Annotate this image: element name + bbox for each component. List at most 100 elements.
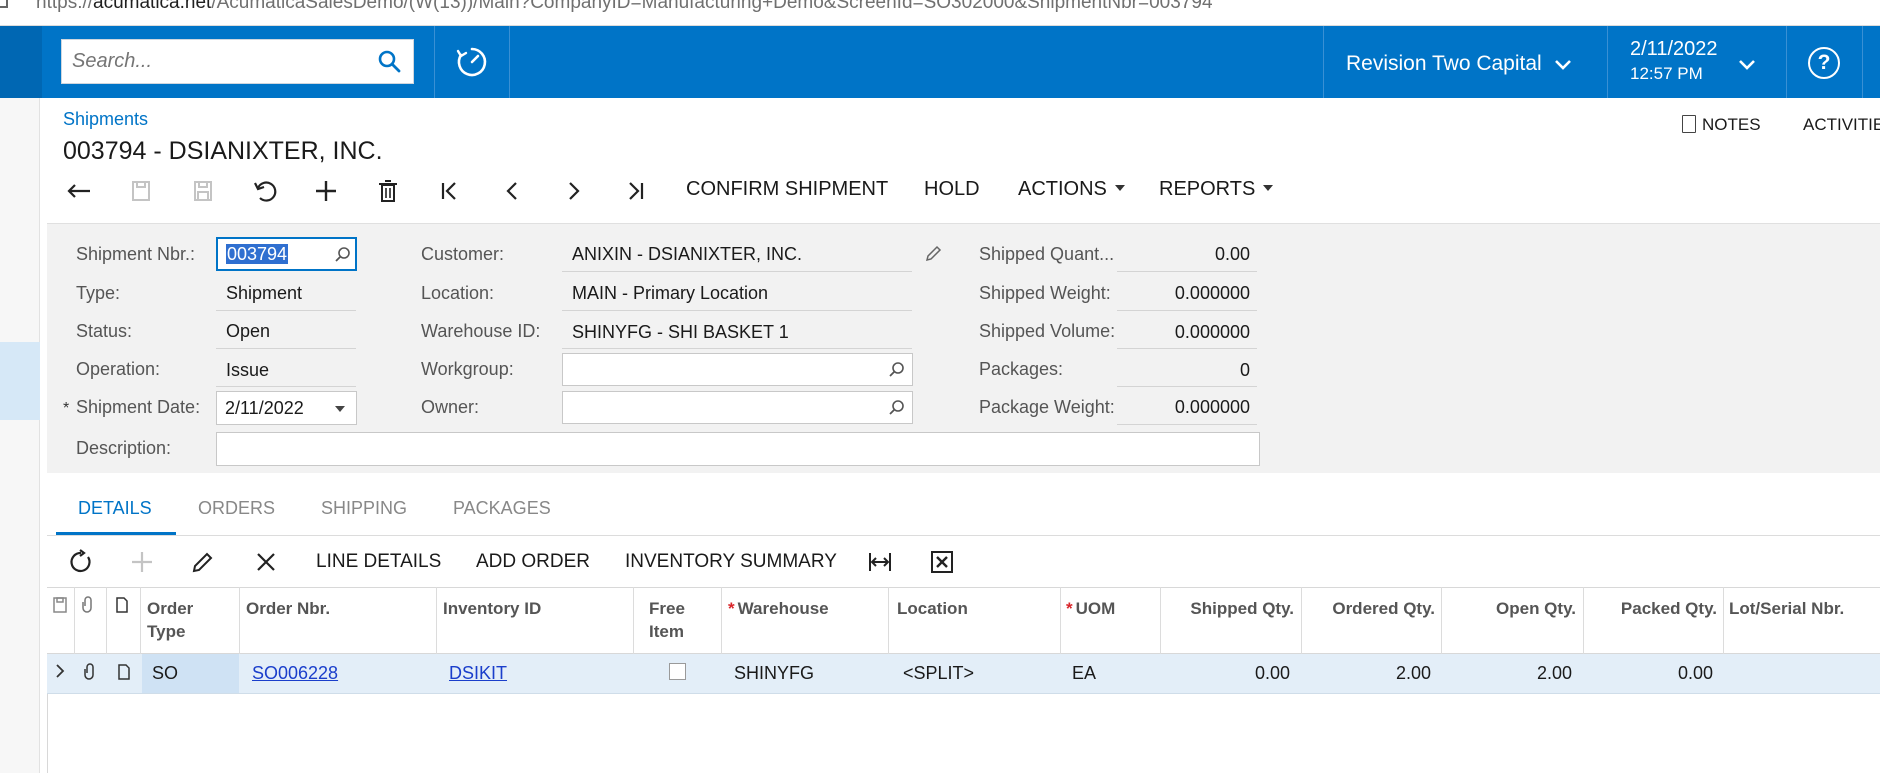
field-underline (1117, 348, 1257, 349)
customer-value[interactable]: ANIXIN - DSIANIXTER, INC. (572, 244, 802, 265)
confirm-shipment-button[interactable]: CONFIRM SHIPMENT (686, 178, 888, 201)
field-underline (1117, 424, 1257, 425)
add-row-icon[interactable] (128, 548, 156, 576)
first-record-icon[interactable] (435, 176, 465, 206)
tab-details[interactable]: DETAILS (78, 498, 152, 519)
required-marker: * (728, 599, 735, 618)
refresh-icon[interactable] (67, 548, 95, 576)
package-weight-value: 0.000000 (1174, 397, 1250, 417)
cell-location[interactable]: <SPLIT> (903, 663, 974, 684)
col-order-type[interactable]: Order Type (147, 597, 193, 643)
hold-button[interactable]: HOLD (924, 178, 980, 201)
col-shipped-qty[interactable]: Shipped Qty. (1160, 597, 1294, 620)
notes-button[interactable]: NOTES (1682, 115, 1761, 135)
fit-columns-icon[interactable] (866, 548, 894, 576)
history-icon[interactable] (454, 44, 490, 80)
location-label: Location: (421, 283, 495, 303)
col-ordered-qty[interactable]: Ordered Qty. (1301, 597, 1435, 620)
delete-row-icon[interactable] (252, 548, 280, 576)
caret-down-icon[interactable] (335, 406, 345, 412)
address-url[interactable]: https://acumatica.net/AcumaticaSalesDemo… (36, 0, 1213, 14)
col-order-nbr[interactable]: Order Nbr. (246, 597, 330, 620)
col-location[interactable]: Location (897, 597, 968, 620)
search-box[interactable] (61, 39, 414, 84)
cell-open-qty[interactable]: 2.00 (1441, 663, 1572, 684)
col-packed-qty[interactable]: Packed Qty. (1583, 597, 1717, 620)
col-open-qty[interactable]: Open Qty. (1441, 597, 1576, 620)
next-record-icon[interactable] (559, 176, 589, 206)
note-icon[interactable] (116, 663, 132, 681)
tab-shipping[interactable]: SHIPPING (321, 498, 407, 519)
column-divider (888, 587, 889, 654)
document-icon (1682, 115, 1696, 133)
shipment-nbr-field[interactable]: 003794 (216, 237, 357, 271)
shipped-weight-value: 0.000000 (1174, 283, 1250, 303)
cell-order-nbr-link[interactable]: SO006228 (252, 663, 338, 684)
inventory-summary-button[interactable]: INVENTORY SUMMARY (625, 551, 837, 573)
shipped-volume-label: Shipped Volume: (979, 321, 1116, 341)
search-input[interactable] (62, 40, 352, 83)
tab-orders[interactable]: ORDERS (198, 498, 275, 519)
magnifier-icon[interactable] (887, 360, 907, 380)
save-close-icon[interactable] (126, 176, 156, 206)
add-icon[interactable] (311, 176, 341, 206)
undo-icon[interactable] (250, 176, 280, 206)
field-underline (1117, 271, 1257, 272)
help-icon[interactable]: ? (1808, 47, 1840, 79)
cell-packed-qty[interactable]: 0.00 (1583, 663, 1713, 684)
cell-inventory-id-link[interactable]: DSIKIT (449, 663, 507, 684)
breadcrumb[interactable]: Shipments (63, 109, 148, 130)
col-warehouse[interactable]: * Warehouse (728, 597, 829, 620)
actions-menu[interactable]: ACTIONS (1018, 178, 1125, 201)
required-marker: * (1066, 599, 1073, 618)
expand-row-icon[interactable] (54, 662, 66, 680)
col-inventory-id[interactable]: Inventory ID (443, 597, 541, 620)
col-free-item[interactable]: Free Item (649, 597, 685, 643)
activities-button[interactable]: ACTIVITIES (1803, 115, 1880, 135)
free-item-checkbox[interactable] (669, 663, 686, 680)
chevron-down-icon[interactable] (1552, 54, 1574, 76)
nav-highlight[interactable] (0, 342, 40, 420)
menu-toggle[interactable] (0, 26, 42, 98)
header-divider (1786, 26, 1787, 98)
line-details-button[interactable]: LINE DETAILS (316, 551, 441, 573)
tenant-selector[interactable]: Revision Two Capital (1346, 52, 1542, 76)
cell-shipped-qty[interactable]: 0.00 (1160, 663, 1290, 684)
save-icon[interactable] (188, 176, 218, 206)
export-excel-icon[interactable] (928, 548, 956, 576)
field-underline (1117, 386, 1257, 387)
previous-record-icon[interactable] (497, 176, 527, 206)
cell-warehouse[interactable]: SHINYFG (734, 663, 814, 684)
column-divider (1060, 587, 1061, 654)
cell-ordered-qty[interactable]: 2.00 (1301, 663, 1431, 684)
browser-address-bar[interactable]: https://acumatica.net/AcumaticaSalesDemo… (0, 0, 1880, 26)
workgroup-input[interactable] (562, 353, 913, 386)
col-lot-serial[interactable]: Lot/Serial Nbr. (1729, 597, 1844, 620)
add-order-button[interactable]: ADD ORDER (476, 551, 590, 573)
cell-uom[interactable]: EA (1072, 663, 1096, 684)
magnifier-icon[interactable] (887, 398, 907, 418)
required-marker: * (63, 400, 70, 417)
delete-icon[interactable] (373, 176, 403, 206)
shipment-date-picker[interactable]: 2/11/2022 (216, 391, 357, 425)
back-arrow-icon[interactable] (64, 176, 94, 206)
column-divider (1723, 587, 1724, 654)
location-value[interactable]: MAIN - Primary Location (572, 283, 768, 304)
owner-input[interactable] (562, 391, 913, 424)
last-record-icon[interactable] (620, 176, 650, 206)
warehouse-value[interactable]: SHINYFG - SHI BASKET 1 (572, 322, 789, 343)
chevron-down-icon[interactable] (1736, 54, 1758, 76)
status-value: Open (226, 321, 271, 341)
attachment-icon[interactable] (82, 663, 98, 681)
reports-menu[interactable]: REPORTS (1159, 178, 1274, 201)
col-uom[interactable]: * UOM (1066, 597, 1115, 620)
business-date[interactable]: 2/11/2022 12:57 PM (1630, 38, 1718, 84)
cell-order-type[interactable]: SO (152, 663, 178, 684)
pencil-icon[interactable] (923, 244, 943, 264)
description-input[interactable] (216, 432, 1260, 466)
tab-packages[interactable]: PACKAGES (453, 498, 551, 519)
operation-value: Issue (226, 360, 270, 380)
magnifier-icon[interactable] (333, 245, 353, 265)
edit-icon[interactable] (189, 548, 217, 576)
search-icon[interactable] (377, 49, 403, 75)
